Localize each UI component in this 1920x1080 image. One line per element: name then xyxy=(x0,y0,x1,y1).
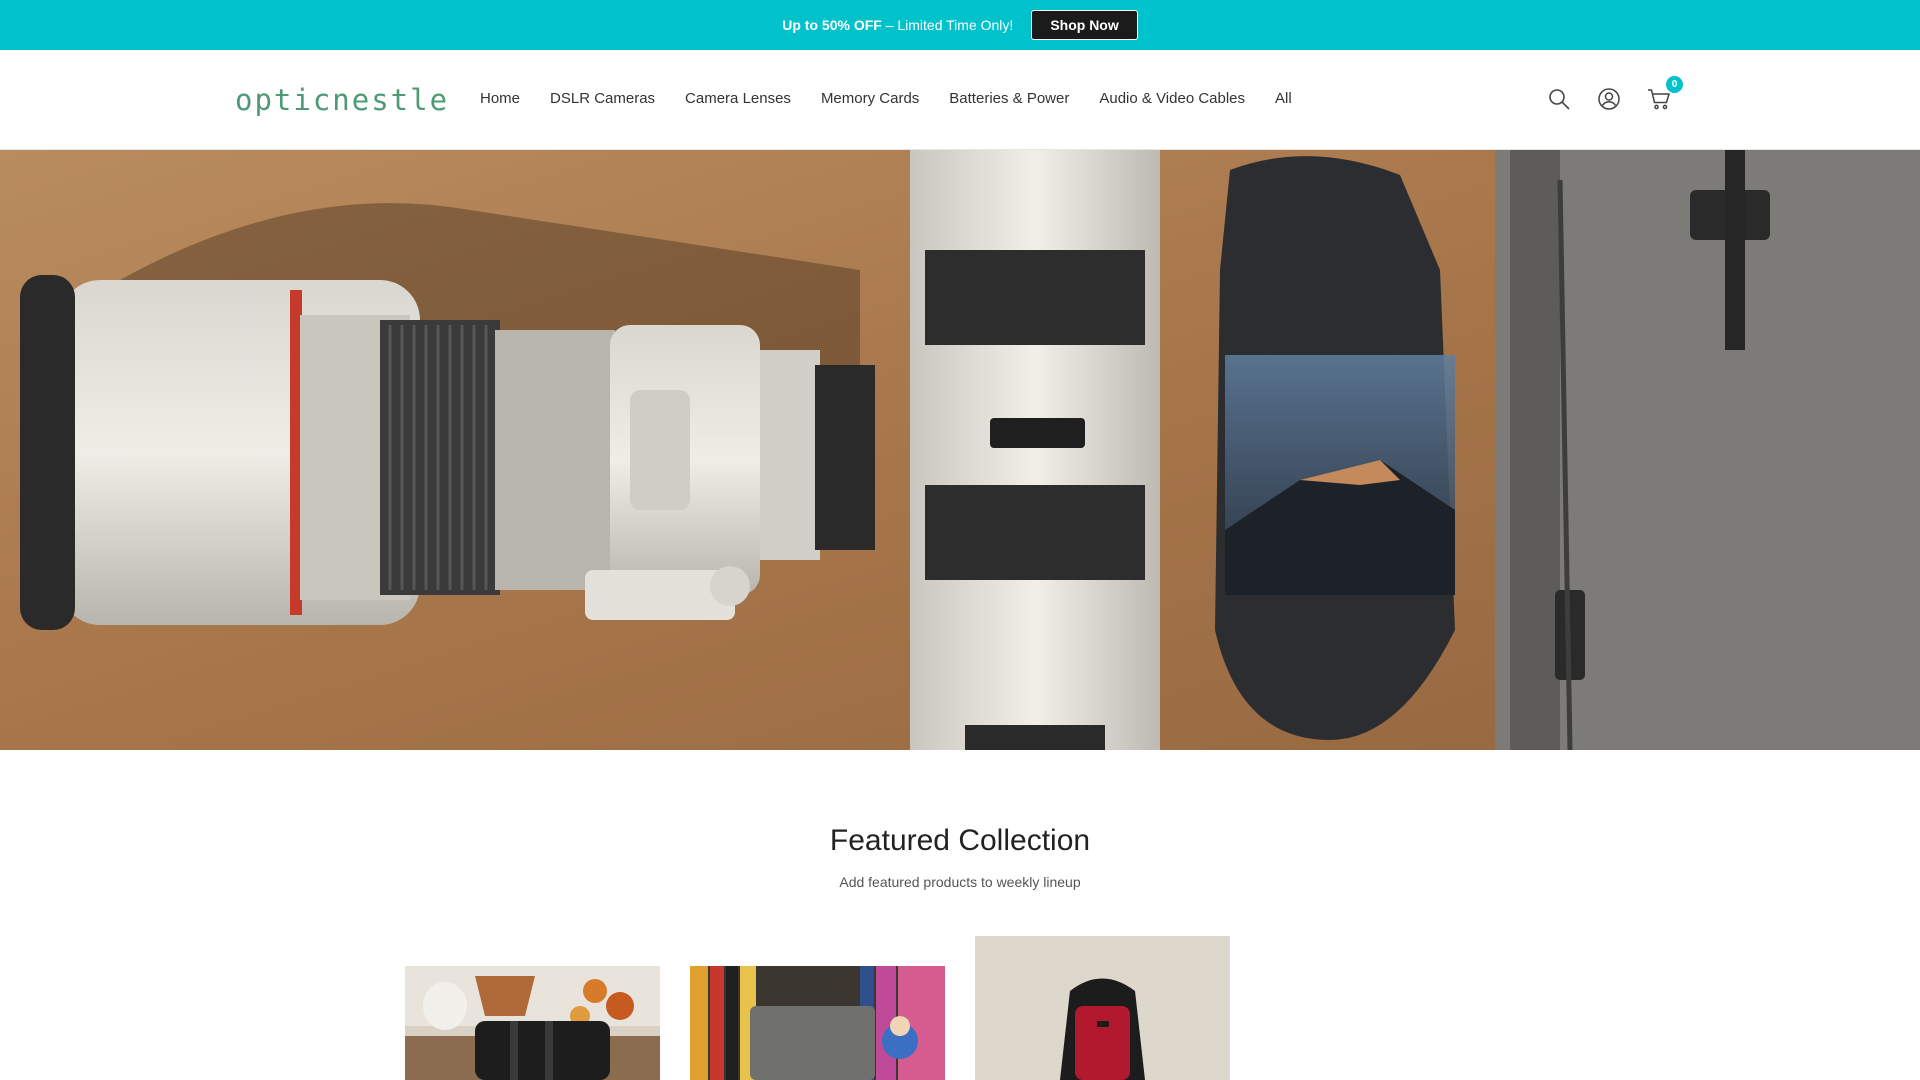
nav-home[interactable]: Home xyxy=(480,90,520,107)
nav-dslr-cameras[interactable]: DSLR Cameras xyxy=(550,90,655,107)
product-card[interactable] xyxy=(690,966,945,1080)
product-grid xyxy=(405,936,1230,1080)
account-icon[interactable] xyxy=(1595,85,1623,113)
nav-batteries-power[interactable]: Batteries & Power xyxy=(949,90,1069,107)
announcement-bar: Up to 50% OFF – Limited Time Only! Shop … xyxy=(0,0,1920,50)
main-nav: Home DSLR Cameras Camera Lenses Memory C… xyxy=(480,90,1292,107)
product-image-camera xyxy=(690,966,945,1080)
cart-icon[interactable]: 0 xyxy=(1645,76,1683,113)
product-image-lens xyxy=(405,966,660,1080)
hero-image xyxy=(0,150,1920,750)
search-icon[interactable] xyxy=(1545,85,1573,113)
nav-memory-cards[interactable]: Memory Cards xyxy=(821,90,919,107)
product-card[interactable] xyxy=(405,966,660,1080)
site-logo[interactable]: opticnestle xyxy=(235,83,449,117)
announcement-detail: – Limited Time Only! xyxy=(881,17,1014,33)
product-image-backpack xyxy=(975,936,1230,1080)
announcement-text: Up to 50% OFF – Limited Time Only! xyxy=(782,17,1013,33)
announcement-highlight: Up to 50% OFF xyxy=(782,17,882,33)
nav-all[interactable]: All xyxy=(1275,90,1292,107)
nav-camera-lenses[interactable]: Camera Lenses xyxy=(685,90,791,107)
hero-banner[interactable] xyxy=(0,150,1920,750)
featured-collection-subtitle: Add featured products to weekly lineup xyxy=(839,874,1081,890)
cart-count-badge: 0 xyxy=(1666,76,1683,93)
featured-collection-title: Featured Collection xyxy=(829,824,1091,857)
nav-audio-video-cables[interactable]: Audio & Video Cables xyxy=(1099,90,1245,107)
site-header: opticnestle Home DSLR Cameras Camera Len… xyxy=(0,50,1920,150)
product-card[interactable] xyxy=(975,936,1230,1080)
header-icons: 0 xyxy=(1545,76,1683,113)
shop-now-button[interactable]: Shop Now xyxy=(1031,10,1138,40)
